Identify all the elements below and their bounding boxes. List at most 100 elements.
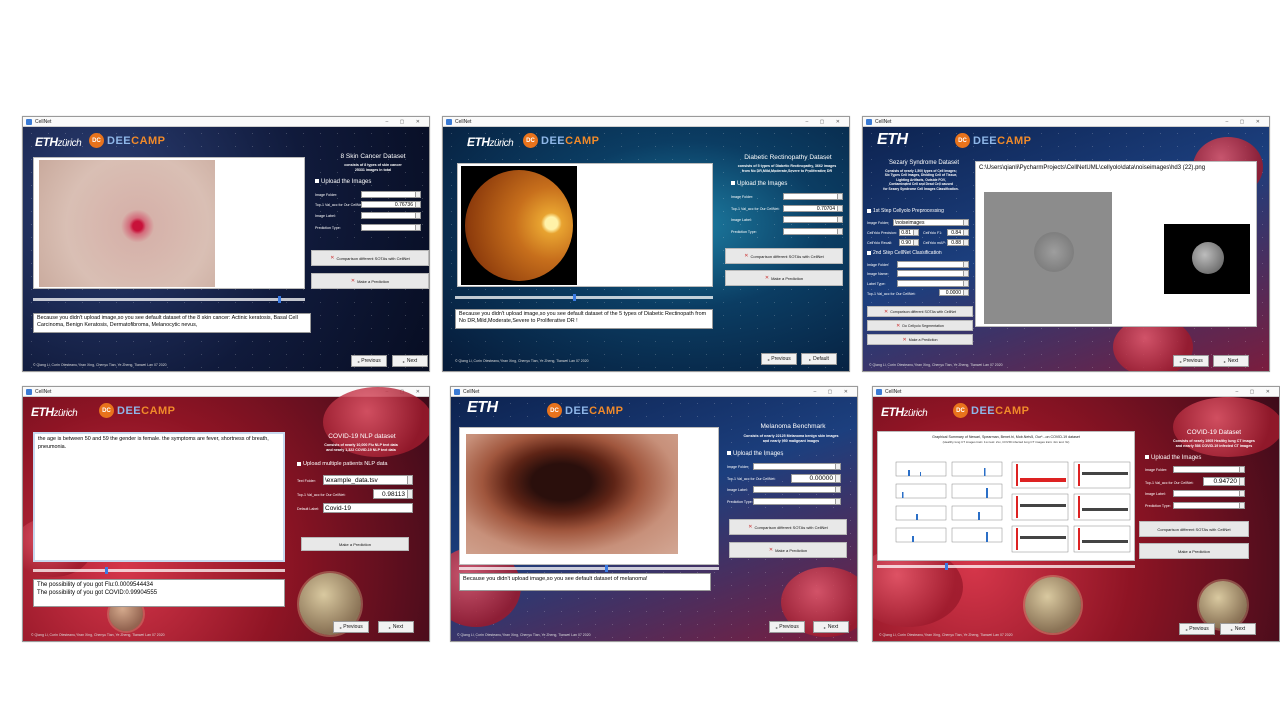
- compare-sotas-button[interactable]: Comparison different SOTAs with CellNet: [1139, 521, 1249, 537]
- window-controls[interactable]: – ▢ ✕: [814, 387, 853, 397]
- image-folder-input[interactable]: [361, 191, 421, 198]
- previous-button[interactable]: ◂ Previous: [761, 353, 797, 365]
- val-acc-field[interactable]: 0.98113: [373, 489, 413, 499]
- dataset-title: COVID-19 NLP dataset: [328, 433, 396, 440]
- dataset-description: Consists of nearly 1,500 types of Cell I…: [883, 169, 959, 191]
- make-prediction-button[interactable]: Make a Prediction: [1139, 543, 1249, 559]
- next-button[interactable]: ▸ Next: [392, 355, 428, 367]
- image-name-field[interactable]: [897, 270, 969, 277]
- retina-image: [461, 166, 577, 285]
- val-acc-field[interactable]: 0.0000: [939, 289, 969, 296]
- precision-field[interactable]: 0.81: [899, 229, 919, 236]
- chart-panel: Graphical Summary of Newari, Spearman, B…: [877, 431, 1135, 561]
- previous-button[interactable]: ◂ Previous: [769, 621, 805, 633]
- flu-result: The possibility of you got Flu:0.0009544…: [37, 582, 154, 588]
- prediction-type-field[interactable]: [361, 224, 421, 231]
- label-image-folder: Image Folder:: [867, 221, 890, 225]
- image-label-field[interactable]: [753, 486, 841, 493]
- summary-chart: [895, 461, 1131, 553]
- label-val-acc: Top-1 Val_acc for Our CellNet:: [731, 207, 780, 211]
- default-label-field[interactable]: Covid-19: [323, 503, 413, 513]
- next-button[interactable]: ▸ Next: [1213, 355, 1249, 367]
- compare-sotas-button[interactable]: ✕ Comparison different SOTAs with CellNet: [867, 306, 973, 317]
- window-controls[interactable]: – ▢ ✕: [806, 117, 845, 127]
- image-label-field[interactable]: [361, 212, 421, 219]
- app-icon: [26, 389, 32, 395]
- prediction-type-field[interactable]: [1173, 502, 1245, 509]
- make-prediction-button[interactable]: ✕ Make a Prediction: [867, 334, 973, 345]
- make-prediction-button[interactable]: ✕ Make a Prediction: [311, 273, 429, 289]
- dataset-description: Consists of nearly 1905 Healthy lung CT …: [1173, 439, 1255, 448]
- window-controls[interactable]: – ▢ ✕: [386, 117, 425, 127]
- upload-checkbox[interactable]: Upload the Images: [1145, 455, 1201, 461]
- image-folder-input[interactable]: [783, 193, 843, 200]
- window-controls[interactable]: – ▢ ✕: [1226, 117, 1265, 127]
- window-covid19-ct: CellNet – ▢ ✕ ETHzürich DC DEECAMP Graphic…: [872, 386, 1280, 642]
- label-f1: CellYolo F1:: [923, 231, 943, 235]
- text-folder-input[interactable]: \example_data.tsv: [323, 475, 413, 485]
- previous-button[interactable]: ◂ Previous: [333, 621, 369, 633]
- recall-field[interactable]: 0.90: [899, 239, 919, 246]
- label-recall: CellYolo Recall:: [867, 241, 893, 245]
- val-acc-field[interactable]: 0.00000: [791, 474, 841, 483]
- image-folder-input[interactable]: [1173, 466, 1245, 473]
- val-acc-field[interactable]: 0.70704: [783, 205, 843, 212]
- previous-button[interactable]: ◂ Previous: [1173, 355, 1209, 367]
- dataset-description: Consists of nearly 22125 Melanoma benign…: [743, 434, 839, 443]
- image-slider[interactable]: [33, 296, 305, 303]
- next-button[interactable]: ▸ Next: [1220, 623, 1256, 635]
- credits-text: © Qiang Li, Corin Otesteanu,Yiran Xing, …: [879, 633, 1013, 637]
- slider-knob[interactable]: [105, 567, 108, 574]
- window-controls[interactable]: – ▢ ✕: [1236, 387, 1275, 397]
- previous-button[interactable]: ◂ Previous: [1179, 623, 1215, 635]
- text-slider[interactable]: [33, 567, 285, 574]
- compare-sotas-button[interactable]: ✕ Comparison different SOTAs with CellNet: [725, 248, 843, 264]
- val-acc-field[interactable]: 0.94720: [1203, 477, 1245, 486]
- slider-knob[interactable]: [278, 296, 281, 303]
- image-folder-input[interactable]: [753, 463, 841, 470]
- next-button[interactable]: ▸ Next: [813, 621, 849, 633]
- previous-button[interactable]: ◂ Previous: [351, 355, 387, 367]
- patient-text-box[interactable]: the age is between 50 and 59 the gender …: [33, 432, 285, 562]
- step2-checkbox[interactable]: 2nd Step CellNet Classification: [867, 250, 942, 256]
- image-panel: C:\Users\qianli\PycharmProjects\CellNetU…: [975, 161, 1257, 327]
- deecamp-logo: DC DEECAMP: [89, 133, 166, 148]
- label-image-label: Image Label:: [731, 218, 752, 222]
- make-prediction-button[interactable]: ✕ Make a Prediction: [729, 542, 847, 558]
- label-type-field[interactable]: [897, 280, 969, 287]
- prediction-type-field[interactable]: [783, 228, 843, 235]
- slider-knob[interactable]: [605, 565, 608, 572]
- upload-checkbox[interactable]: Upload the Images: [727, 451, 783, 457]
- upload-checkbox[interactable]: Upload the Images: [731, 181, 787, 187]
- app-icon: [26, 119, 32, 125]
- slider-knob[interactable]: [573, 294, 576, 301]
- compare-sotas-button[interactable]: ✕ Comparison different SOTAs with CellNet: [311, 250, 429, 266]
- compare-sotas-button[interactable]: ✕ Comparison different SOTAs with CellNet: [729, 519, 847, 535]
- image-folder-input-2[interactable]: [897, 261, 969, 268]
- cellyolo-segmentation-button[interactable]: ✕ Do Cellyolo Segmentation: [867, 320, 973, 331]
- step1-checkbox[interactable]: 1st Step Cellyolo Preprocessing: [867, 208, 944, 214]
- eth-logo: ETHzürich: [35, 135, 82, 149]
- image-slider[interactable]: [877, 563, 1135, 570]
- image-label-field[interactable]: [1173, 490, 1245, 497]
- f1-field[interactable]: 0.84: [947, 229, 969, 236]
- image-label-field[interactable]: [783, 216, 843, 223]
- prediction-type-field[interactable]: [753, 498, 841, 505]
- image-slider[interactable]: [455, 294, 713, 301]
- val-acc-field[interactable]: 0.76736: [361, 201, 421, 208]
- upload-checkbox[interactable]: Upload multiple patients NLP data: [297, 461, 387, 467]
- make-prediction-button[interactable]: ✕ Make a Prediction: [725, 270, 843, 286]
- dataset-description: Consists of nearly 10,000 Flu NLP text d…: [324, 443, 398, 452]
- message-box: Because you didn't upload image,so you s…: [455, 309, 713, 329]
- title-bar: CellNet – ▢ ✕: [451, 387, 857, 397]
- image-slider[interactable]: [459, 565, 719, 572]
- image-folder-input[interactable]: \noiseimages: [893, 219, 969, 226]
- covid-result: The possibility of you got COVID:0.99904…: [37, 590, 158, 596]
- default-button[interactable]: ▸ Default: [801, 353, 837, 365]
- window-title: CellNet: [35, 389, 52, 395]
- next-button[interactable]: ▸ Next: [378, 621, 414, 633]
- make-prediction-button[interactable]: Make a Prediction: [301, 537, 409, 551]
- slider-knob[interactable]: [945, 563, 948, 570]
- upload-checkbox[interactable]: Upload the Images: [315, 179, 371, 185]
- map-field[interactable]: 0.88: [947, 239, 969, 246]
